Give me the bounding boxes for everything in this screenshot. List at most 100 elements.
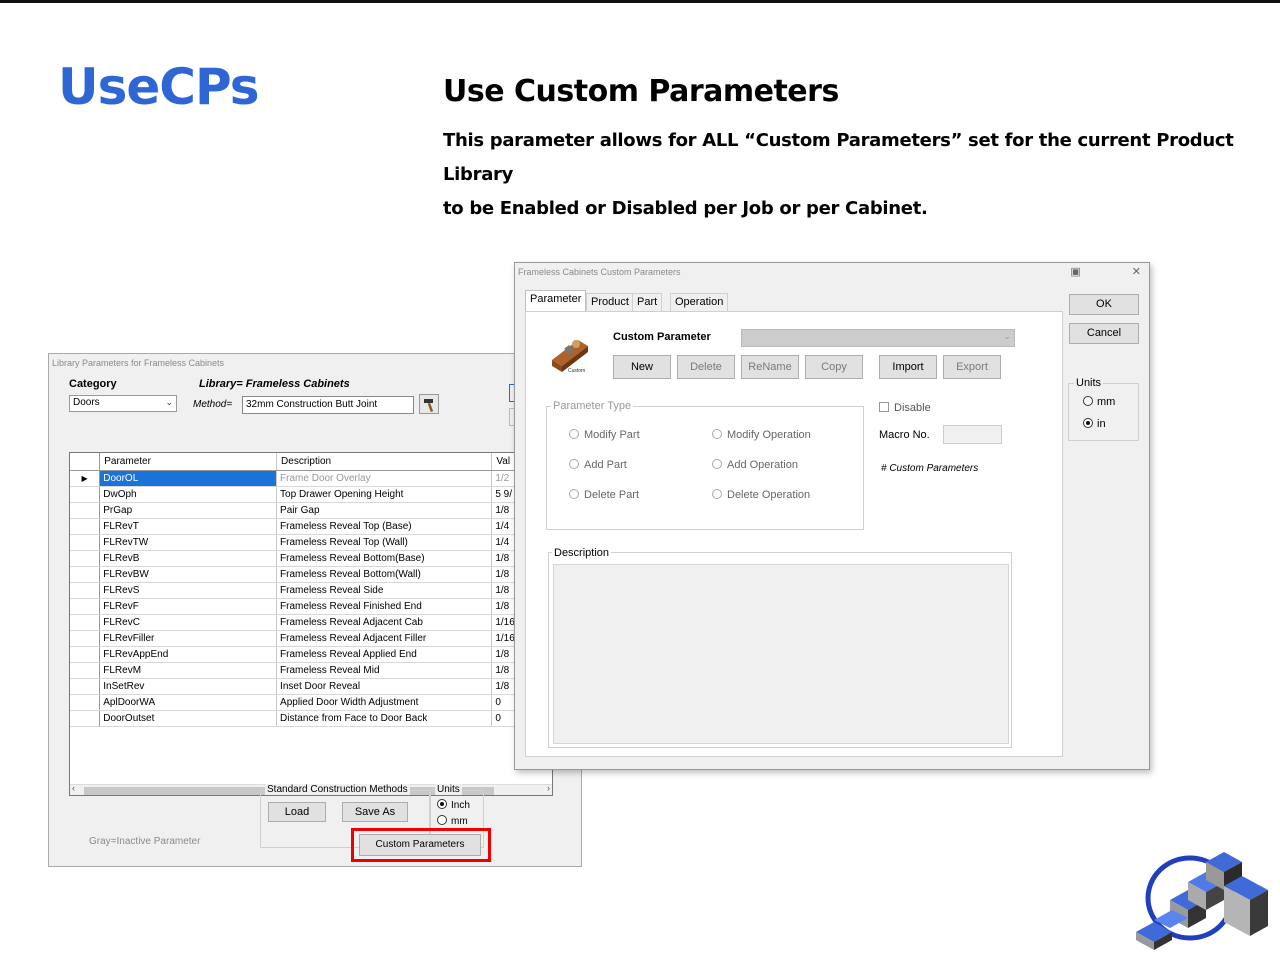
table-row[interactable]: InSetRev Inset Door Reveal 1/8 (70, 678, 552, 695)
table-row[interactable]: AplDoorWA Applied Door Width Adjustment 0 (70, 694, 552, 711)
cell-description[interactable]: Frameless Reveal Finished End (276, 598, 493, 615)
tab-operation[interactable]: Operation (670, 293, 729, 311)
cell-description[interactable]: Frameless Reveal Bottom(Base) (276, 550, 493, 567)
disable-checkbox[interactable]: Disable (879, 402, 931, 414)
cell-description[interactable]: Frameless Reveal Top (Base) (276, 518, 493, 535)
table-row[interactable]: FLRevS Frameless Reveal Side 1/8 (70, 582, 552, 599)
cell-parameter[interactable]: FLRevBW (99, 566, 278, 583)
row-indicator[interactable] (70, 598, 101, 615)
add-part-radio[interactable]: Add Part (569, 459, 627, 471)
delete-button[interactable]: Delete (677, 355, 735, 379)
cell-parameter[interactable]: FLRevS (99, 582, 278, 599)
table-row[interactable]: FLRevF Frameless Reveal Finished End 1/8 (70, 598, 552, 615)
import-button[interactable]: Import (879, 355, 937, 379)
delete-part-radio[interactable]: Delete Part (569, 489, 639, 501)
table-row[interactable]: FLRevTW Frameless Reveal Top (Wall) 1/4 (70, 534, 552, 551)
category-select[interactable]: Doors ⌄ (69, 395, 177, 412)
cell-description[interactable]: Frame Door Overlay (276, 470, 493, 487)
table-row[interactable]: FLRevFiller Frameless Reveal Adjacent Fil… (70, 630, 552, 647)
scroll-left-icon[interactable]: ‹ (72, 783, 75, 793)
cell-parameter[interactable]: FLRevTW (99, 534, 278, 551)
add-operation-radio[interactable]: Add Operation (712, 459, 798, 471)
cell-description[interactable]: Top Drawer Opening Height (276, 486, 493, 503)
cell-description[interactable]: Frameless Reveal Mid (276, 662, 493, 679)
new-button[interactable]: New (613, 355, 671, 379)
restore-icon[interactable]: ▣ (1070, 266, 1080, 278)
row-indicator[interactable] (70, 694, 101, 711)
tab-part[interactable]: Part (632, 293, 663, 311)
unit-mm-radio[interactable]: mm (1083, 396, 1115, 408)
unit-inch-radio[interactable]: Inch (437, 799, 470, 811)
cell-parameter[interactable]: FLRevF (99, 598, 278, 615)
save-as-button[interactable]: Save As (342, 802, 408, 822)
table-row[interactable]: FLRevT Frameless Reveal Top (Base) 1/4 (70, 518, 552, 535)
row-indicator[interactable] (70, 630, 101, 647)
macro-field[interactable] (943, 425, 1002, 444)
method-field[interactable]: 32mm Construction Butt Joint (242, 396, 414, 414)
row-indicator[interactable] (70, 646, 101, 663)
cell-parameter[interactable]: FLRevFiller (99, 630, 278, 647)
cell-description[interactable]: Frameless Reveal Side (276, 582, 493, 599)
table-row[interactable]: ▶ DoorOL Frame Door Overlay 1/2 (70, 470, 552, 487)
unit-in-radio[interactable]: in (1083, 418, 1106, 430)
cell-description[interactable]: Applied Door Width Adjustment (276, 694, 493, 711)
cell-parameter[interactable]: FLRevC (99, 614, 278, 631)
export-button[interactable]: Export (943, 355, 1001, 379)
row-indicator[interactable] (70, 614, 101, 631)
modify-part-radio[interactable]: Modify Part (569, 429, 640, 441)
cell-description[interactable]: Frameless Reveal Adjacent Filler (276, 630, 493, 647)
table-row[interactable]: DoorOutset Distance from Face to Door Bac… (70, 710, 552, 727)
row-indicator[interactable] (70, 566, 101, 583)
close-icon[interactable]: ✕ (1132, 266, 1141, 278)
table-row[interactable]: DwOph Top Drawer Opening Height 5 9/ (70, 486, 552, 503)
cell-description[interactable]: Frameless Reveal Top (Wall) (276, 534, 493, 551)
cell-description[interactable]: Frameless Reveal Applied End (276, 646, 493, 663)
row-indicator[interactable] (70, 550, 101, 567)
cell-parameter[interactable]: FLRevM (99, 662, 278, 679)
cell-parameter[interactable]: DoorOL (99, 470, 278, 487)
row-indicator[interactable] (70, 486, 101, 503)
hammer-icon[interactable] (419, 394, 439, 414)
row-indicator[interactable] (70, 518, 101, 535)
row-indicator[interactable] (70, 662, 101, 679)
cell-parameter[interactable]: DoorOutset (99, 710, 278, 727)
column-header-description[interactable]: Description (276, 453, 493, 471)
cancel-button[interactable]: Cancel (1069, 323, 1139, 344)
column-header-parameter[interactable]: Parameter (99, 453, 278, 471)
row-indicator[interactable] (70, 502, 101, 519)
load-button[interactable]: Load (268, 802, 326, 822)
table-row[interactable]: FLRevAppEnd Frameless Reveal Applied End 1… (70, 646, 552, 663)
cell-description[interactable]: Pair Gap (276, 502, 493, 519)
modify-operation-radio[interactable]: Modify Operation (712, 429, 811, 441)
table-row[interactable]: PrGap Pair Gap 1/8 (70, 502, 552, 519)
table-row[interactable]: FLRevB Frameless Reveal Bottom(Base) 1/8 (70, 550, 552, 567)
cell-parameter[interactable]: AplDoorWA (99, 694, 278, 711)
cell-description[interactable]: Frameless Reveal Bottom(Wall) (276, 566, 493, 583)
unit-mm-radio[interactable]: mm (437, 815, 468, 827)
cell-description[interactable]: Distance from Face to Door Back (276, 710, 493, 727)
custom-parameter-select[interactable]: ⌄ (741, 329, 1015, 347)
rename-button[interactable]: ReName (741, 355, 799, 379)
cell-description[interactable]: Frameless Reveal Adjacent Cab (276, 614, 493, 631)
cell-parameter[interactable]: FLRevB (99, 550, 278, 567)
cell-parameter[interactable]: PrGap (99, 502, 278, 519)
ok-button[interactable]: OK (1069, 294, 1139, 315)
table-row[interactable]: FLRevM Frameless Reveal Mid 1/8 (70, 662, 552, 679)
row-indicator[interactable] (70, 710, 101, 727)
table-row[interactable]: FLRevBW Frameless Reveal Bottom(Wall) 1/8 (70, 566, 552, 583)
delete-operation-radio[interactable]: Delete Operation (712, 489, 810, 501)
row-indicator[interactable] (70, 534, 101, 551)
cell-parameter[interactable]: FLRevT (99, 518, 278, 535)
cell-description[interactable]: Inset Door Reveal (276, 678, 493, 695)
row-indicator[interactable] (70, 678, 101, 695)
cell-parameter[interactable]: InSetRev (99, 678, 278, 695)
row-indicator[interactable] (70, 582, 101, 599)
table-row[interactable]: FLRevC Frameless Reveal Adjacent Cab 1/16 (70, 614, 552, 631)
tab-product[interactable]: Product (586, 293, 634, 311)
description-textarea[interactable] (553, 564, 1009, 744)
copy-button[interactable]: Copy (805, 355, 863, 379)
row-pointer-icon[interactable]: ▶ (70, 470, 101, 487)
scroll-right-icon[interactable]: › (547, 783, 550, 793)
cell-parameter[interactable]: FLRevAppEnd (99, 646, 278, 663)
cell-parameter[interactable]: DwOph (99, 486, 278, 503)
